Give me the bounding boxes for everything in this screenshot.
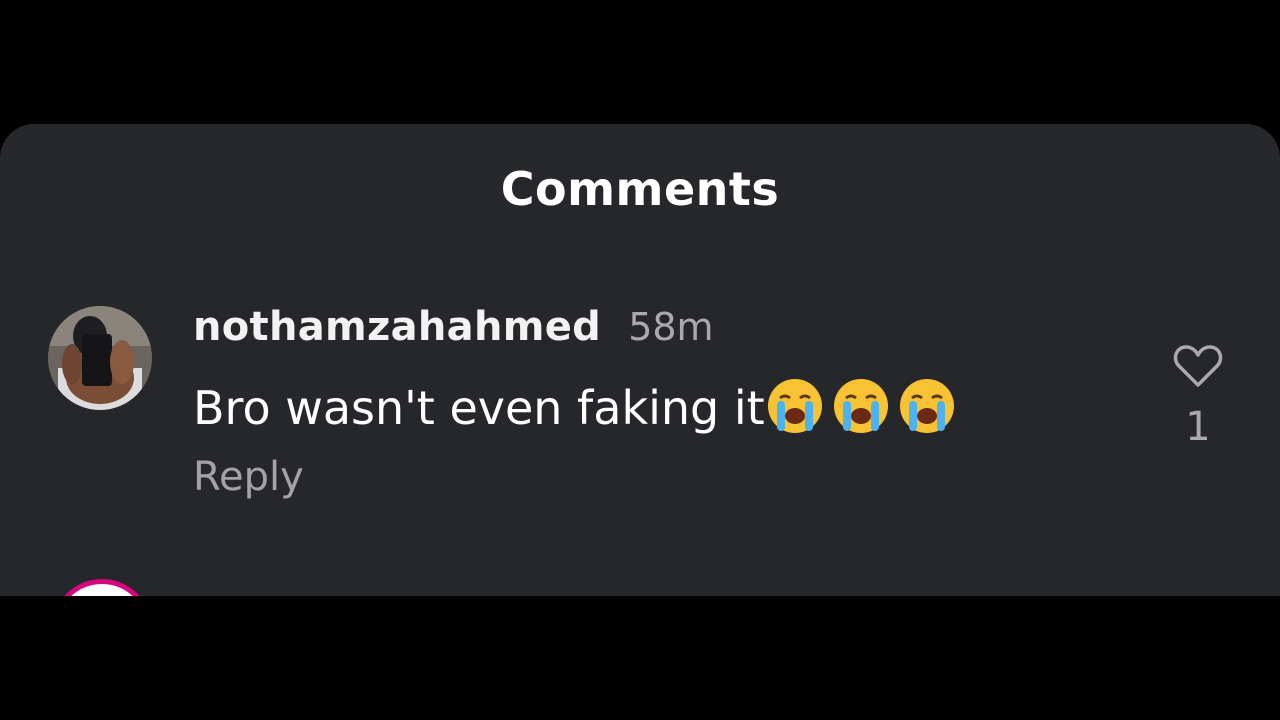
like-button[interactable]: 1: [1160, 344, 1236, 450]
comments-sheet: Comments nothamzahahmed 58m Bro wasn't e…: [0, 124, 1280, 596]
username[interactable]: nothamzahahmed: [193, 304, 601, 350]
comment-item: nothamzahahmed 58m Bro wasn't even fakin…: [0, 304, 1280, 514]
avatar-photo: [48, 306, 152, 410]
comment-body: Bro wasn't even faking it: [193, 376, 963, 447]
like-count: 1: [1185, 404, 1211, 450]
heart-outline-icon[interactable]: [1173, 345, 1223, 392]
comment-meta: nothamzahahmed 58m: [193, 304, 714, 360]
loudly-crying-face-icon: [897, 376, 957, 447]
reply-button[interactable]: Reply: [193, 454, 304, 500]
avatar[interactable]: [48, 306, 152, 410]
sheet-title: Comments: [500, 162, 780, 216]
comment-text: Bro wasn't even faking it: [193, 381, 765, 435]
avatar[interactable]: [52, 579, 152, 596]
next-comment-partial: [0, 579, 1280, 596]
timestamp: 58m: [628, 305, 714, 349]
loudly-crying-face-icon: [831, 376, 891, 447]
video-frame: Comments nothamzahahmed 58m Bro wasn't e…: [0, 0, 1280, 720]
loudly-crying-face-icon: [765, 376, 825, 447]
